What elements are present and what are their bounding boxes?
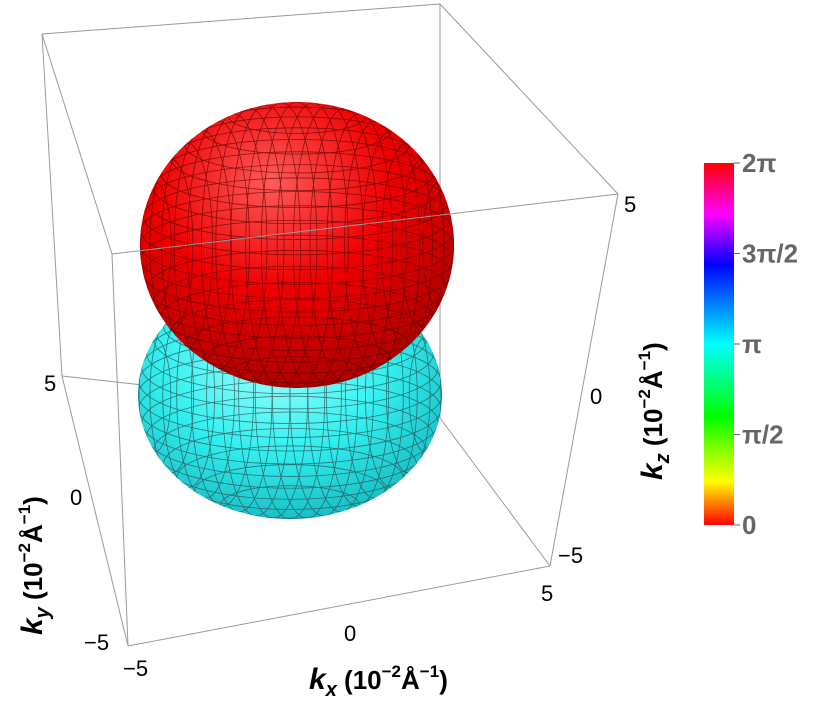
colorbar-tick-label: π <box>742 329 762 359</box>
y-tick-neg5: −5 <box>84 630 109 655</box>
colorbar-tick-label: 2π <box>742 148 776 178</box>
y-tick-5: 5 <box>44 371 56 396</box>
x-tick-neg5: −5 <box>123 656 148 681</box>
x-tick-5: 5 <box>541 581 553 606</box>
x-tick-0: 0 <box>344 621 356 646</box>
z-axis-ticks: 5 0 −5 <box>558 192 636 568</box>
chart-plot: −5 0 5 5 0 −5 5 0 −5 kx (10−2Å−1) ky (10… <box>15 3 798 701</box>
z-tick-0: 0 <box>590 384 602 409</box>
colorbar-tick-label: π/2 <box>742 420 784 450</box>
colorbar-gradient <box>704 163 734 525</box>
z-axis-label: kz (10−2Å−1) <box>635 342 674 480</box>
colorbar-tick-label: 3π/2 <box>742 239 798 269</box>
z-tick-neg5: −5 <box>558 543 583 568</box>
y-tick-0: 0 <box>70 485 82 510</box>
colorbar: 2π 3π/2 π π/2 0 <box>704 148 798 540</box>
colorbar-tick-label: 0 <box>742 510 756 540</box>
x-axis-label: kx (10−2Å−1) <box>309 662 448 701</box>
z-tick-5: 5 <box>624 192 636 217</box>
colorbar-ticks: 2π 3π/2 π π/2 0 <box>734 148 798 540</box>
y-axis-label: ky (10−2Å−1) <box>15 496 54 635</box>
